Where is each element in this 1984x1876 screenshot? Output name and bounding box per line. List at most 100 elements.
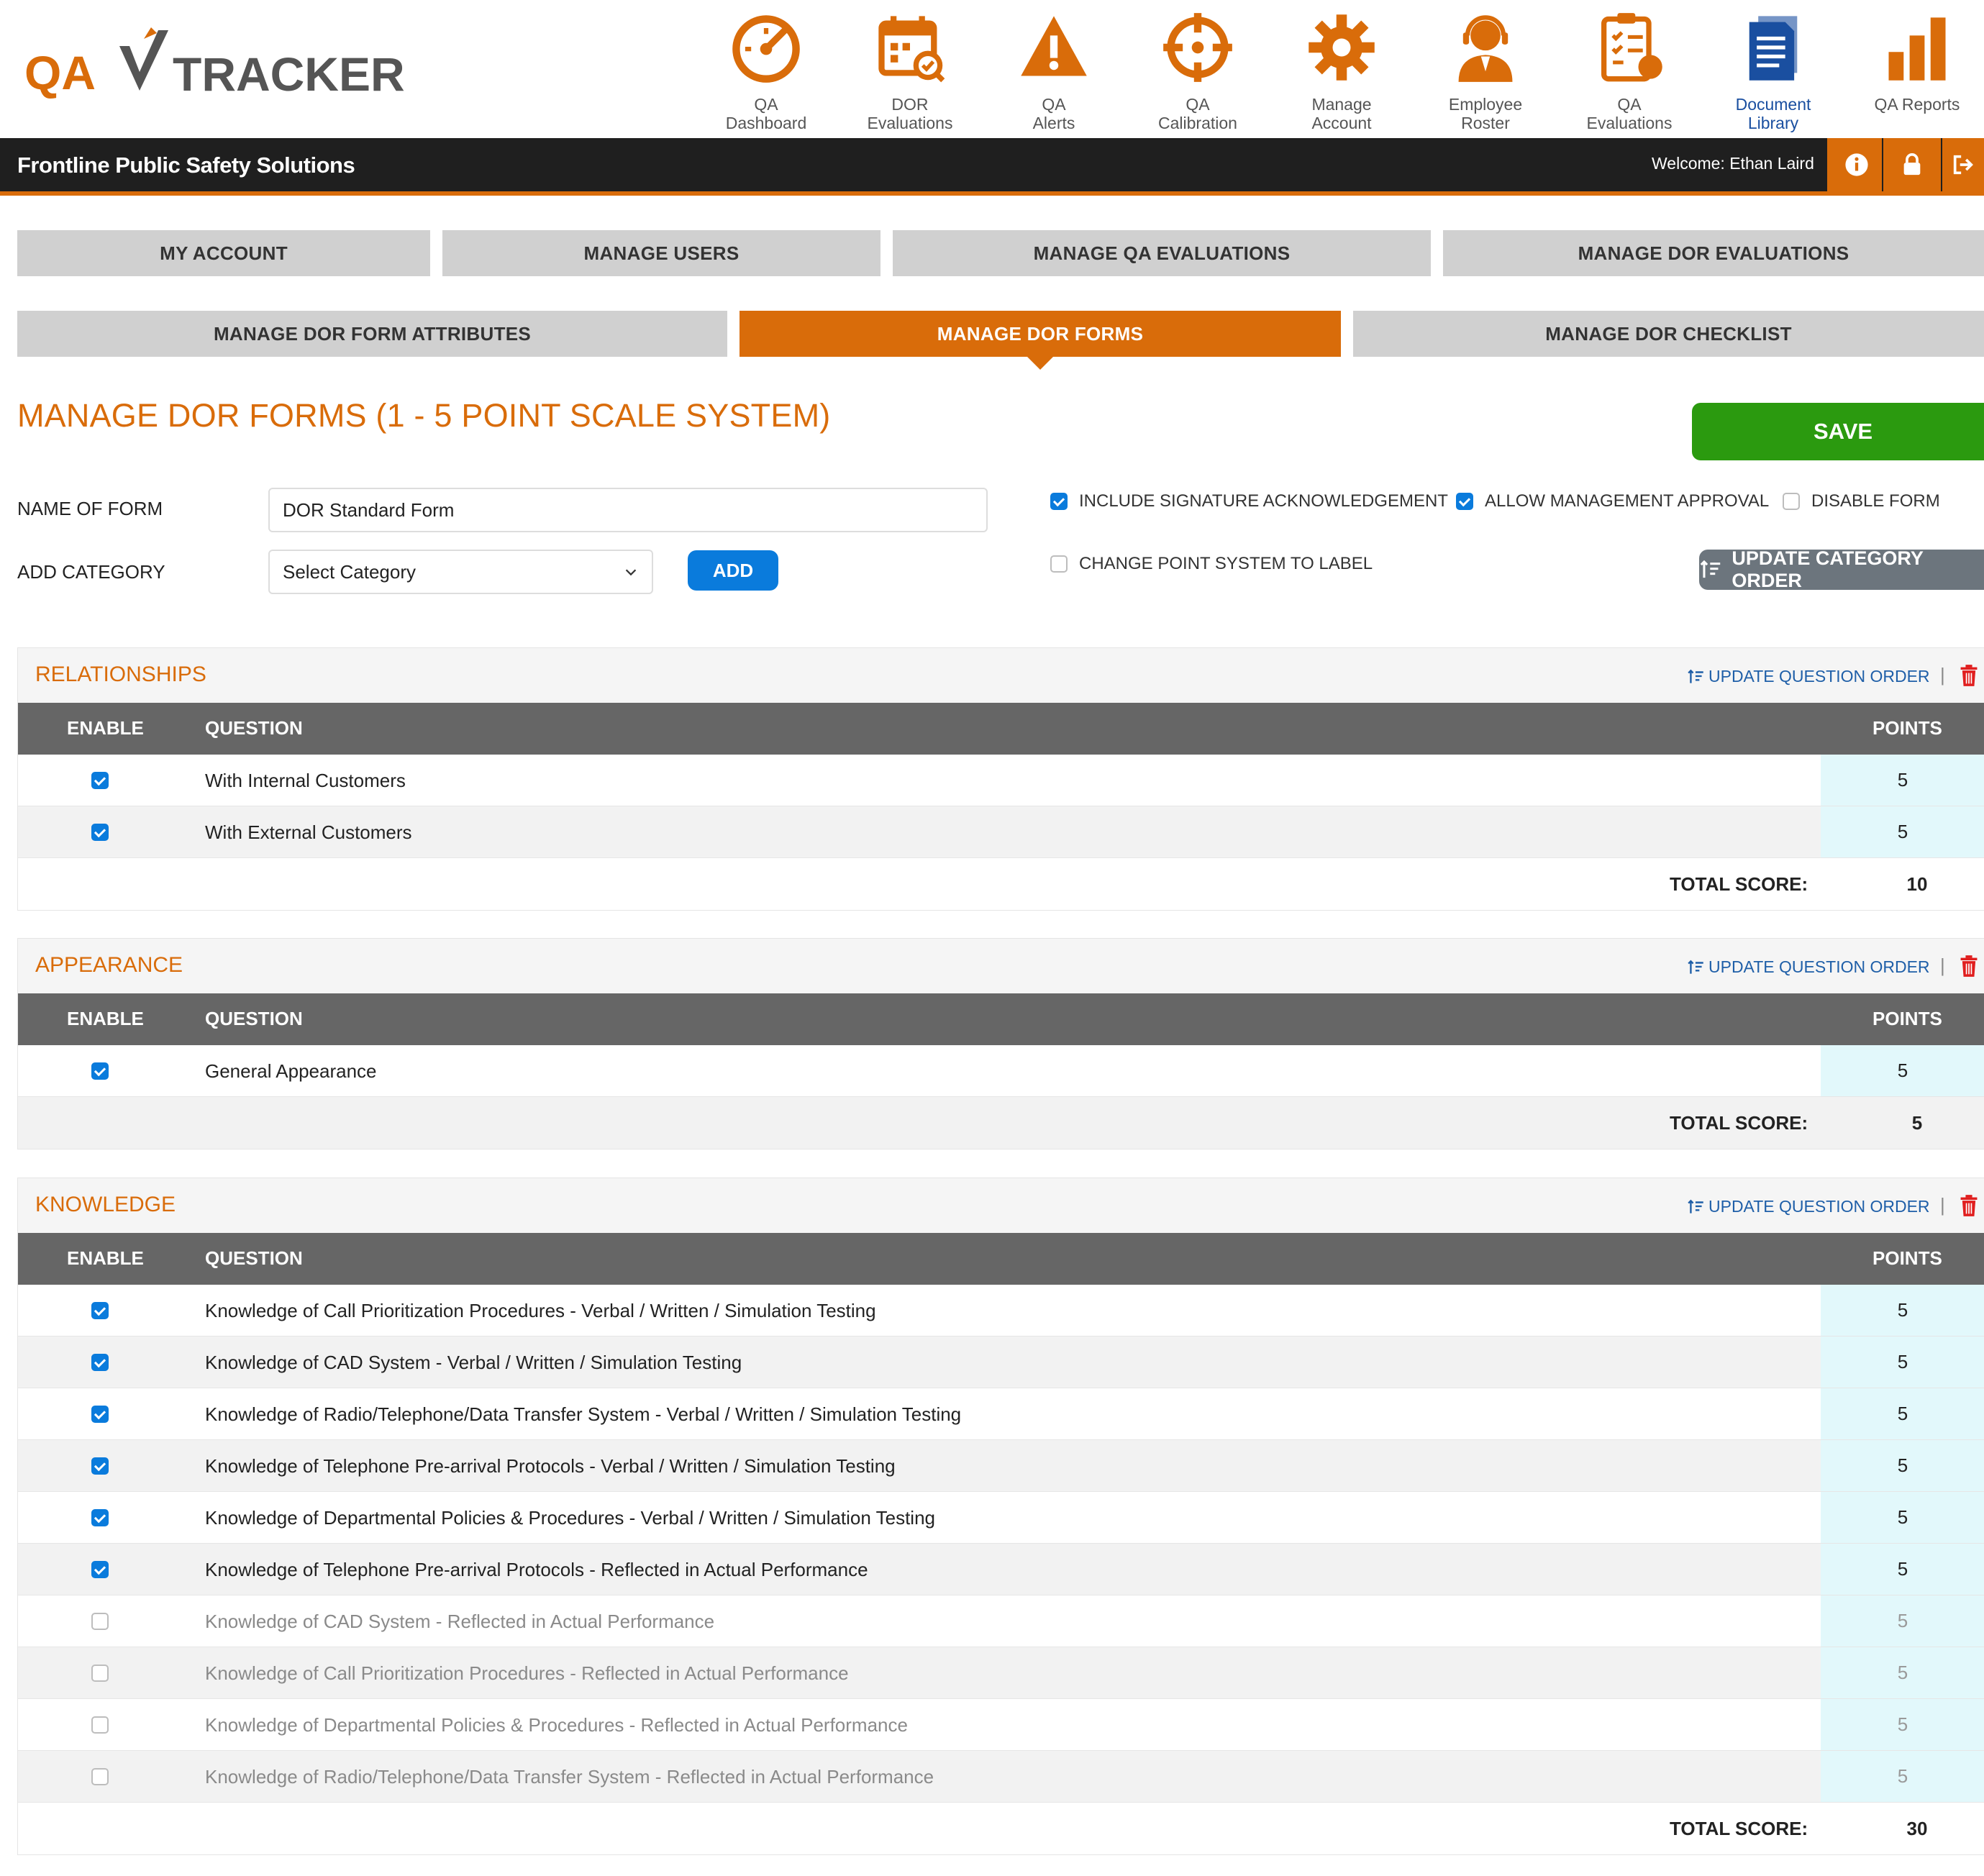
total-score-value: 30 xyxy=(1906,1818,1928,1839)
point-label-checkbox[interactable] xyxy=(1050,555,1068,573)
allow-approval-option[interactable]: ALLOW MANAGEMENT APPROVAL xyxy=(1456,491,1769,511)
tab-manage-users[interactable]: MANAGE USERS xyxy=(442,230,880,276)
nav-item-qa-evaluations[interactable]: QA Evaluations xyxy=(1557,7,1701,137)
add-category-button[interactable]: ADD xyxy=(688,550,778,591)
svg-text:QA: QA xyxy=(24,46,96,99)
question-text: Knowledge of Telephone Pre-arrival Proto… xyxy=(205,1559,868,1580)
lock-button[interactable] xyxy=(1882,138,1941,191)
headset-user-icon xyxy=(1458,15,1513,82)
enable-checkbox[interactable] xyxy=(91,824,109,841)
points-value[interactable]: 5 xyxy=(1821,755,1984,806)
divider: | xyxy=(1940,955,1945,976)
disable-form-option[interactable]: DISABLE FORM xyxy=(1783,491,1940,511)
point-label-option[interactable]: CHANGE POINT SYSTEM TO LABEL xyxy=(1050,554,1373,574)
points-value[interactable]: 5 xyxy=(1821,1699,1984,1750)
nav-item-manage-account[interactable]: Manage Account xyxy=(1270,7,1414,137)
table-row: General Appearance 5 xyxy=(18,1045,1984,1097)
tab-manage-dor-form-attributes[interactable]: MANAGE DOR FORM ATTRIBUTES xyxy=(17,311,727,357)
page-title: MANAGE DOR FORMS (1 - 5 POINT SCALE SYST… xyxy=(17,397,831,434)
points-value[interactable]: 5 xyxy=(1821,1337,1984,1388)
enable-column-header: ENABLE xyxy=(67,1247,144,1269)
points-value[interactable]: 5 xyxy=(1821,1647,1984,1698)
nav-item-dor-evaluations[interactable]: DOR Evaluations xyxy=(838,7,982,137)
update-category-order-button[interactable]: UPDATE CATEGORY ORDER xyxy=(1699,547,1984,591)
total-score-value: 5 xyxy=(1911,1112,1923,1134)
info-button[interactable] xyxy=(1827,138,1886,191)
nav-item-qa-calibration[interactable]: QA Calibration xyxy=(1126,7,1270,137)
category-select[interactable]: Select Category xyxy=(268,550,653,594)
include-signature-label: INCLUDE SIGNATURE ACKNOWLEDGEMENT xyxy=(1079,491,1448,511)
points-value[interactable]: 5 xyxy=(1821,1388,1984,1439)
divider: | xyxy=(1940,1194,1945,1216)
nav-item-qa-reports[interactable]: QA Reports xyxy=(1845,7,1984,137)
update-question-order-link[interactable]: UPDATE QUESTION ORDER xyxy=(1687,1197,1930,1216)
qa-tracker-logo[interactable]: QA TRACKER xyxy=(24,24,456,104)
allow-approval-checkbox[interactable] xyxy=(1456,493,1473,510)
tab-manage-qa-evaluations[interactable]: MANAGE QA EVALUATIONS xyxy=(893,230,1431,276)
nav-item-label: QA Evaluations xyxy=(1587,95,1673,132)
category-section-knowledge: KNOWLEDGE UPDATE QUESTION ORDER | ENABLE… xyxy=(17,1178,1984,1855)
table-header: ENABLE QUESTION POINTS xyxy=(18,1233,1984,1285)
include-signature-option[interactable]: INCLUDE SIGNATURE ACKNOWLEDGEMENT xyxy=(1050,491,1448,511)
calendar-check-icon xyxy=(878,16,945,83)
points-value[interactable]: 5 xyxy=(1821,1440,1984,1491)
save-button[interactable]: SAVE xyxy=(1692,403,1984,460)
nav-label-line2: Dashboard xyxy=(725,114,807,132)
nav-item-employee-roster[interactable]: Employee Roster xyxy=(1414,7,1557,137)
question-text: General Appearance xyxy=(205,1060,377,1082)
table-row: Knowledge of Call Prioritization Procedu… xyxy=(18,1647,1984,1699)
svg-text:TRACKER: TRACKER xyxy=(173,47,405,101)
tab-manage-dor-checklist[interactable]: MANAGE DOR CHECKLIST xyxy=(1353,311,1984,357)
disable-form-checkbox[interactable] xyxy=(1783,493,1800,510)
trash-icon[interactable] xyxy=(1959,1194,1979,1217)
include-signature-checkbox[interactable] xyxy=(1050,493,1068,510)
nav-item-qa-dashboard[interactable]: QA Dashboard xyxy=(694,7,838,137)
enable-checkbox[interactable] xyxy=(91,1406,109,1423)
logout-icon xyxy=(1953,155,1973,175)
form-name-label: NAME OF FORM xyxy=(17,498,163,519)
nav-item-document-library[interactable]: Document Library xyxy=(1701,7,1845,137)
enable-checkbox[interactable] xyxy=(91,1509,109,1526)
tab-my-account[interactable]: MY ACCOUNT xyxy=(17,230,430,276)
category-section-appearance: APPEARANCE UPDATE QUESTION ORDER | ENABL… xyxy=(17,938,1984,1149)
nav-item-qa-alerts[interactable]: QA Alerts xyxy=(982,7,1126,137)
sort-icon xyxy=(1688,960,1703,974)
nav-item-label: DOR Evaluations xyxy=(868,95,953,132)
points-value[interactable]: 5 xyxy=(1821,1492,1984,1543)
enable-checkbox[interactable] xyxy=(91,1354,109,1371)
points-value[interactable]: 5 xyxy=(1821,1751,1984,1802)
enable-checkbox[interactable] xyxy=(91,1768,109,1785)
update-question-order-label: UPDATE QUESTION ORDER xyxy=(1708,957,1930,976)
points-value[interactable]: 5 xyxy=(1821,1045,1984,1096)
enable-checkbox[interactable] xyxy=(91,1457,109,1475)
table-row: Knowledge of Telephone Pre-arrival Proto… xyxy=(18,1544,1984,1595)
enable-checkbox[interactable] xyxy=(91,1302,109,1319)
form-name-input[interactable]: DOR Standard Form xyxy=(268,488,988,532)
nav-label-line1: Employee xyxy=(1448,95,1523,114)
trash-icon[interactable] xyxy=(1959,955,1979,978)
enable-checkbox[interactable] xyxy=(91,1613,109,1630)
logout-button[interactable] xyxy=(1941,138,1984,191)
enable-checkbox[interactable] xyxy=(91,772,109,789)
trash-icon[interactable] xyxy=(1959,664,1979,687)
points-value[interactable]: 5 xyxy=(1821,1595,1984,1647)
enable-checkbox[interactable] xyxy=(91,1716,109,1734)
enable-checkbox[interactable] xyxy=(91,1561,109,1578)
point-label-label: CHANGE POINT SYSTEM TO LABEL xyxy=(1079,554,1373,573)
update-question-order-link[interactable]: UPDATE QUESTION ORDER xyxy=(1687,957,1930,977)
points-value[interactable]: 5 xyxy=(1821,1285,1984,1336)
points-value[interactable]: 5 xyxy=(1821,1544,1984,1595)
enable-checkbox[interactable] xyxy=(91,1062,109,1080)
enable-checkbox[interactable] xyxy=(91,1665,109,1682)
points-value[interactable]: 5 xyxy=(1821,806,1984,857)
category-select-value: Select Category xyxy=(283,560,416,583)
category-title: KNOWLEDGE xyxy=(35,1193,176,1216)
disable-form-label: DISABLE FORM xyxy=(1811,491,1940,511)
tab-manage-dor-evaluations[interactable]: MANAGE DOR EVALUATIONS xyxy=(1443,230,1984,276)
nav-label-line1: Manage xyxy=(1311,95,1372,114)
enable-column-header: ENABLE xyxy=(67,717,144,739)
update-question-order-link[interactable]: UPDATE QUESTION ORDER xyxy=(1687,667,1930,686)
tab-manage-dor-forms[interactable]: MANAGE DOR FORMS xyxy=(740,311,1341,370)
total-score-label: TOTAL SCORE: xyxy=(1670,1818,1808,1839)
nav-item-label: Document Library xyxy=(1736,95,1811,132)
